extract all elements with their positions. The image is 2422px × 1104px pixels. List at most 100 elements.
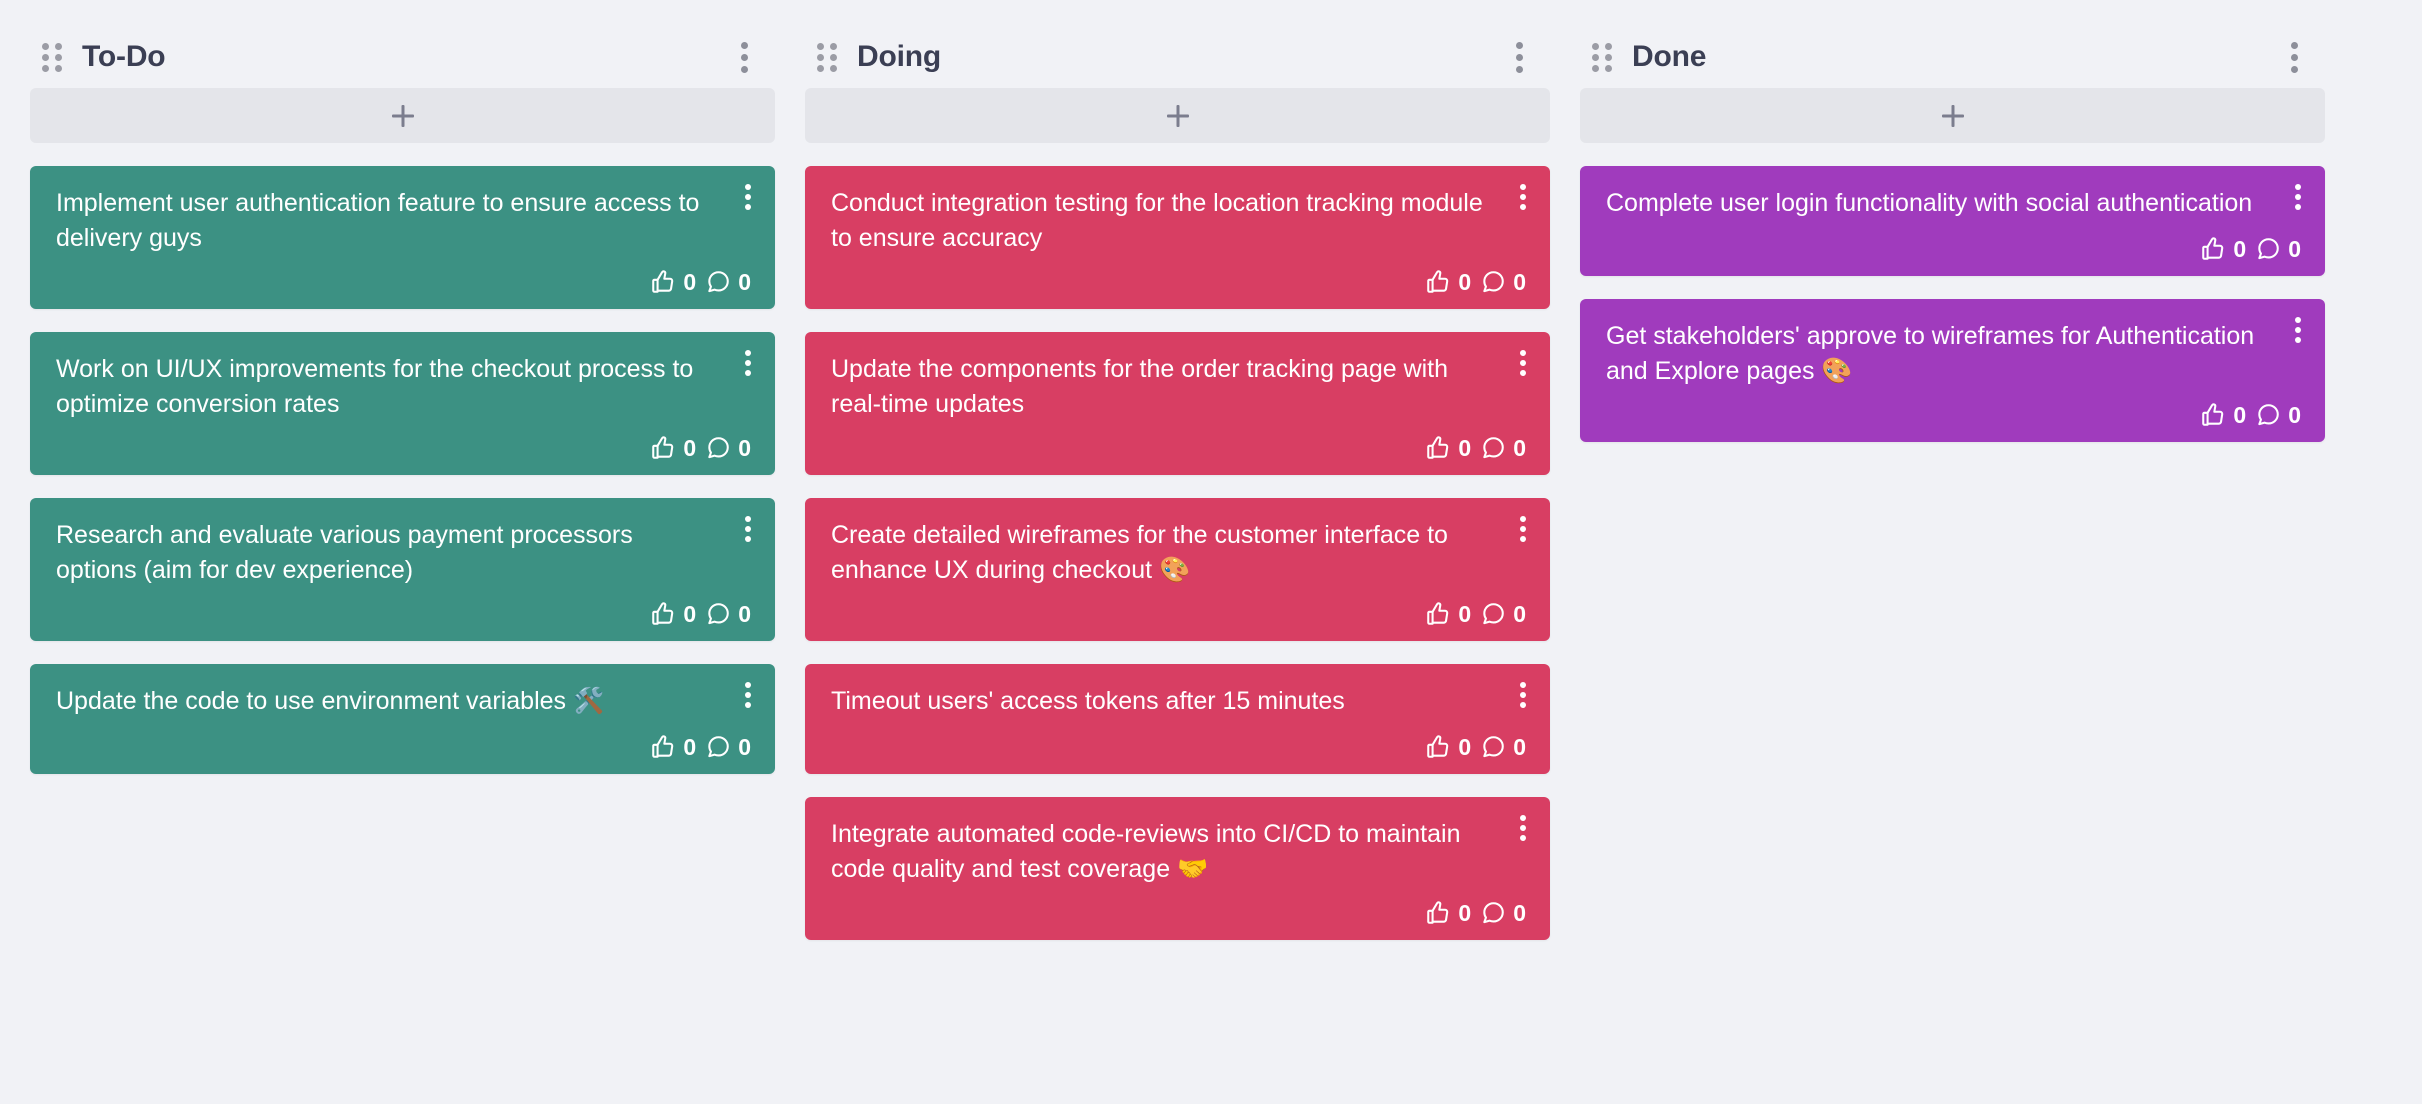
card-footer: 00 [831,269,1526,295]
card-like-count: 0 [683,434,697,461]
kanban-card[interactable]: Conduct integration testing for the loca… [805,166,1550,309]
drag-dots-icon[interactable] [817,42,839,72]
more-vertical-icon[interactable] [1510,811,1536,845]
card-like-count: 0 [1458,733,1472,760]
kanban-column-doing: Doing Conduct integration testing for the… [805,26,1550,940]
more-vertical-icon[interactable] [735,346,761,380]
card-comment-metric[interactable]: 0 [705,734,751,760]
more-vertical-icon[interactable] [727,37,761,77]
card-comment-count: 0 [1513,733,1526,760]
card-like-count: 0 [683,733,697,760]
comment-bubble-icon [1480,601,1506,627]
more-vertical-icon[interactable] [1510,180,1536,214]
card-title: Work on UI/UX improvements for the check… [56,355,694,418]
card-comment-count: 0 [2288,401,2301,428]
card-comment-metric[interactable]: 0 [705,435,751,461]
more-vertical-icon[interactable] [2277,37,2311,77]
card-footer: 00 [56,269,751,295]
comment-bubble-icon [1480,435,1506,461]
card-comment-count: 0 [1513,600,1526,627]
more-vertical-icon[interactable] [735,180,761,214]
card-comment-metric[interactable]: 0 [1480,900,1526,926]
card-footer: 00 [831,435,1526,461]
kanban-card[interactable]: Complete user login functionality with s… [1580,166,2325,276]
thumbs-up-icon [1425,269,1451,295]
more-vertical-icon[interactable] [735,512,761,546]
more-vertical-icon[interactable] [1510,346,1536,380]
card-footer: 00 [1606,402,2301,428]
thumbs-up-icon [1425,734,1451,760]
more-vertical-icon[interactable] [735,678,761,712]
add-card-button-doing[interactable] [805,88,1550,143]
kanban-card[interactable]: Work on UI/UX improvements for the check… [30,332,775,475]
card-like-count: 0 [1458,268,1472,295]
kanban-column-todo: To-Do Implement user authentication featu… [30,26,775,774]
card-comment-count: 0 [2288,235,2301,262]
card-title: Research and evaluate various payment pr… [56,521,633,584]
kanban-card[interactable]: Create detailed wireframes for the custo… [805,498,1550,641]
kanban-card[interactable]: Update the components for the order trac… [805,332,1550,475]
card-title: Update the code to use environment varia… [56,687,605,715]
card-list-done: Complete user login functionality with s… [1580,166,2325,442]
card-footer: 00 [1606,236,2301,262]
drag-dots-icon[interactable] [42,42,64,72]
more-vertical-icon[interactable] [1510,678,1536,712]
kanban-card[interactable]: Timeout users' access tokens after 15 mi… [805,664,1550,774]
kanban-card[interactable]: Implement user authentication feature to… [30,166,775,309]
kanban-card[interactable]: Update the code to use environment varia… [30,664,775,774]
column-header-done: Done [1580,26,2325,88]
more-vertical-icon[interactable] [1510,512,1536,546]
card-like-count: 0 [1458,434,1472,461]
card-like-metric[interactable]: 0 [1425,269,1471,295]
card-list-doing: Conduct integration testing for the loca… [805,166,1550,940]
more-vertical-icon[interactable] [2285,180,2311,214]
card-comment-metric[interactable]: 0 [1480,435,1526,461]
thumbs-up-icon [650,269,676,295]
comment-bubble-icon [1480,269,1506,295]
kanban-card[interactable]: Research and evaluate various payment pr… [30,498,775,641]
more-vertical-icon[interactable] [2285,313,2311,347]
kanban-card[interactable]: Integrate automated code-reviews into CI… [805,797,1550,940]
card-title: Implement user authentication feature to… [56,189,700,252]
card-comment-count: 0 [738,434,751,461]
card-like-metric[interactable]: 0 [650,601,696,627]
card-like-count: 0 [2233,401,2247,428]
plus-icon [392,105,414,127]
card-comment-count: 0 [738,733,751,760]
kanban-card[interactable]: Get stakeholders' approve to wireframes … [1580,299,2325,442]
card-comment-metric[interactable]: 0 [2255,402,2301,428]
card-comment-metric[interactable]: 0 [705,601,751,627]
column-header-doing: Doing [805,26,1550,88]
card-title: Conduct integration testing for the loca… [831,189,1483,252]
card-like-metric[interactable]: 0 [2200,402,2246,428]
add-card-button-todo[interactable] [30,88,775,143]
card-like-metric[interactable]: 0 [1425,435,1471,461]
card-like-metric[interactable]: 0 [1425,601,1471,627]
card-like-metric[interactable]: 0 [1425,900,1471,926]
comment-bubble-icon [705,601,731,627]
card-like-metric[interactable]: 0 [650,435,696,461]
plus-icon [1167,105,1189,127]
card-like-metric[interactable]: 0 [2200,236,2246,262]
drag-dots-icon[interactable] [1592,42,1614,72]
card-comment-metric[interactable]: 0 [1480,601,1526,627]
more-vertical-icon[interactable] [1502,37,1536,77]
card-like-count: 0 [683,268,697,295]
kanban-column-done: Done Complete user login functionality wi… [1580,26,2325,442]
card-comment-metric[interactable]: 0 [1480,269,1526,295]
column-title-doing: Doing [857,40,941,73]
card-footer: 00 [831,734,1526,760]
card-like-metric[interactable]: 0 [650,269,696,295]
card-comment-metric[interactable]: 0 [705,269,751,295]
comment-bubble-icon [705,435,731,461]
card-like-metric[interactable]: 0 [650,734,696,760]
card-comment-count: 0 [738,600,751,627]
card-like-metric[interactable]: 0 [1425,734,1471,760]
comment-bubble-icon [2255,402,2281,428]
add-card-button-done[interactable] [1580,88,2325,143]
card-comment-metric[interactable]: 0 [2255,236,2301,262]
card-comment-metric[interactable]: 0 [1480,734,1526,760]
comment-bubble-icon [1480,900,1506,926]
kanban-board: To-Do Implement user authentication featu… [0,0,2422,1104]
card-title: Get stakeholders' approve to wireframes … [1606,322,2255,385]
